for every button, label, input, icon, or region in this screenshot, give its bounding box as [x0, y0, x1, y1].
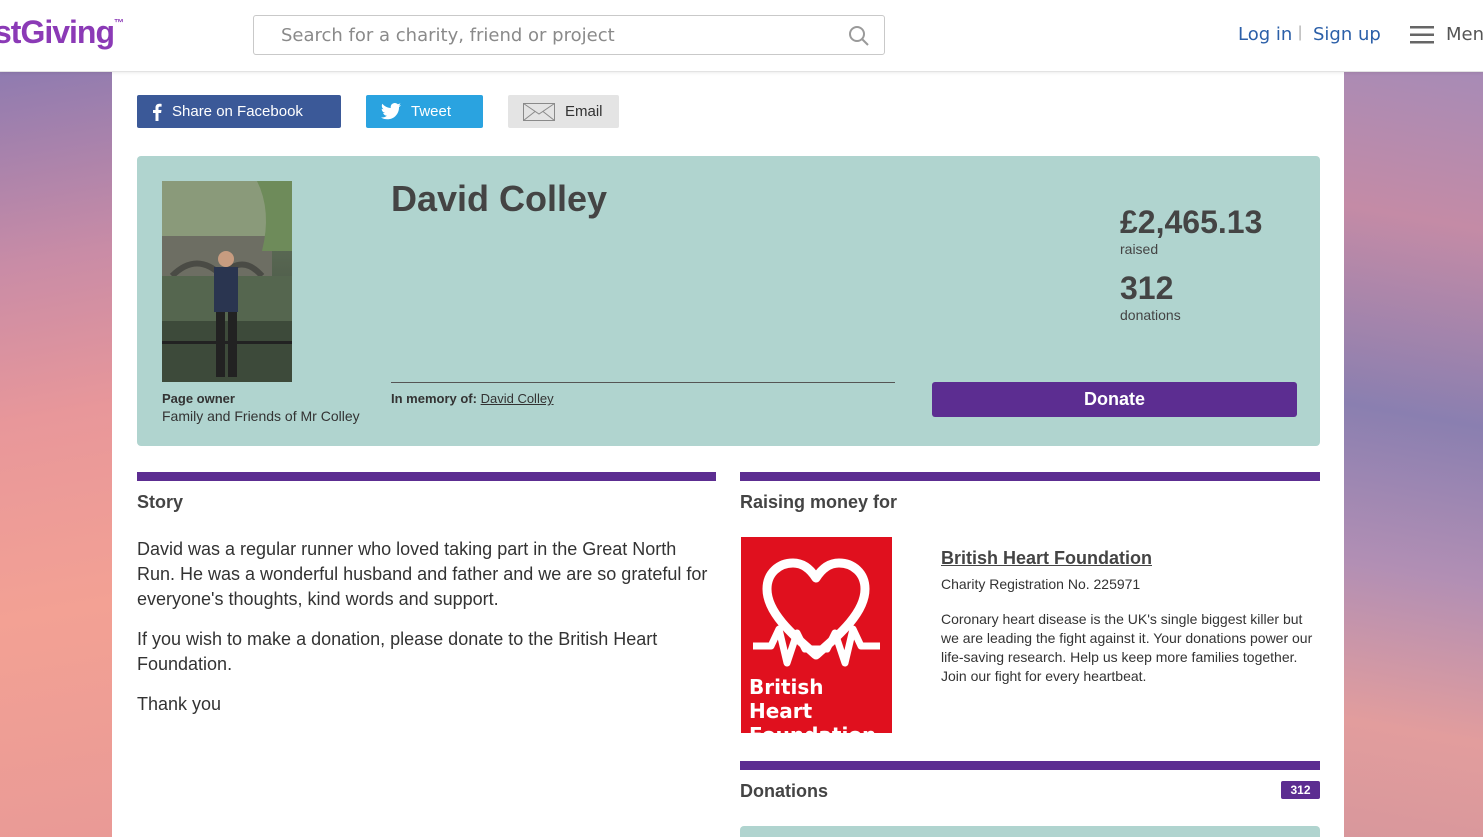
story-heading: Story [137, 492, 184, 512]
email-label: Email [565, 103, 603, 120]
in-memory-of: In memory of: David Colley [391, 391, 554, 406]
donate-button[interactable]: Donate [932, 382, 1297, 417]
background-left [0, 72, 112, 837]
page-owner-name: Family and Friends of Mr Colley [162, 408, 360, 424]
email-share-button[interactable]: Email [508, 95, 619, 128]
background-right [1344, 72, 1483, 837]
site-header: stGiving™ Log in | Sign up Menu [0, 0, 1483, 72]
envelope-icon [523, 102, 555, 121]
donations-count-badge: 312 [1281, 781, 1320, 799]
donations-count: 312 [1120, 270, 1174, 306]
facebook-icon [152, 103, 162, 121]
logo-trademark: ™ [114, 18, 124, 29]
raising-accent-bar [740, 472, 1320, 481]
charity-name-link[interactable]: British Heart Foundation [941, 548, 1152, 569]
tweet-button[interactable]: Tweet [366, 95, 483, 128]
charity-description: Coronary heart disease is the UK's singl… [941, 611, 1313, 684]
search-box [253, 15, 885, 55]
page-title: David Colley [391, 178, 608, 219]
story-text: David was a regular runner who loved tak… [137, 537, 712, 732]
charity-logo-line: Foundation [749, 723, 877, 747]
search-icon[interactable] [848, 25, 870, 47]
page-owner-photo [162, 181, 292, 382]
hamburger-menu-icon[interactable] [1410, 25, 1434, 45]
charity-logo-text: British Heart Foundation [749, 675, 889, 747]
donations-list-top [740, 826, 1320, 837]
fundraising-page: Share on Facebook Tweet Email Page owner… [112, 72, 1344, 837]
in-memory-label: In memory of: [391, 391, 477, 406]
amount-raised-label: raised [1120, 241, 1159, 257]
tweet-label: Tweet [411, 103, 452, 120]
story-paragraph: David was a regular runner who loved tak… [137, 539, 708, 609]
title-divider [391, 382, 895, 383]
story-accent-bar [137, 472, 716, 481]
share-facebook-button[interactable]: Share on Facebook [137, 95, 341, 128]
justgiving-logo[interactable]: stGiving™ [0, 14, 124, 51]
amount-raised: £2,465.13 [1120, 204, 1263, 240]
charity-logo-line: British Heart [749, 675, 824, 723]
donations-heading: Donations [740, 781, 828, 801]
charity-registration: Charity Registration No. 225971 [941, 576, 1141, 592]
story-paragraph: Thank you [137, 694, 222, 714]
page-owner-label: Page owner [162, 391, 235, 406]
raising-money-heading: Raising money for [740, 492, 898, 512]
in-memory-link[interactable]: David Colley [481, 391, 554, 406]
menu-label[interactable]: Menu [1446, 24, 1483, 45]
donations-count-label: donations [1120, 307, 1181, 323]
donations-accent-bar [740, 761, 1320, 770]
story-paragraph: If you wish to make a donation, please d… [137, 629, 658, 674]
twitter-bird-icon [381, 103, 401, 120]
share-facebook-label: Share on Facebook [172, 103, 303, 120]
page-summary-card: Page owner Family and Friends of Mr Coll… [137, 156, 1320, 446]
signup-link[interactable]: Sign up [1313, 24, 1381, 45]
charity-logo[interactable]: British Heart Foundation [741, 537, 892, 747]
login-link[interactable]: Log in [1238, 24, 1292, 45]
logo-text: stGiving [0, 14, 115, 50]
heart-ecg-icon [753, 558, 880, 667]
search-input[interactable] [281, 16, 841, 54]
photo-illustration [162, 181, 292, 382]
nav-separator: | [1298, 24, 1303, 41]
